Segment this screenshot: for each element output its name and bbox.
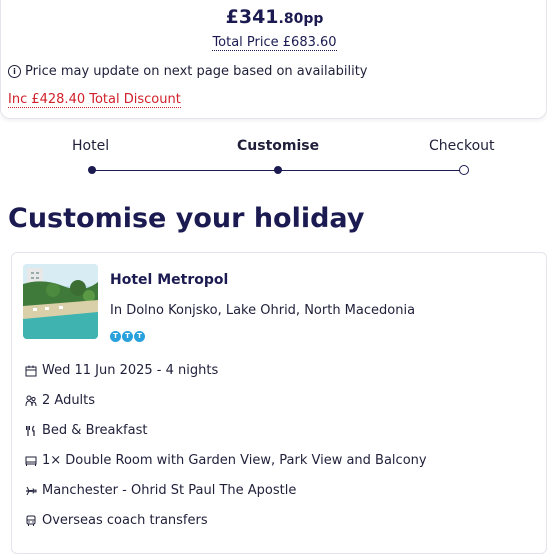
- cutlery-icon: [24, 424, 38, 438]
- detail-board: Bed & Breakfast: [24, 423, 147, 438]
- step-checkout: Checkout: [429, 138, 495, 154]
- detail-text: Wed 11 Jun 2025 - 4 nights: [42, 363, 219, 378]
- detail-dates: Wed 11 Jun 2025 - 4 nights: [24, 363, 218, 378]
- booking-stepper: Hotel Customise Checkout: [0, 136, 547, 180]
- detail-text: Bed & Breakfast: [42, 423, 148, 438]
- availability-note: i Price may update on next page based on…: [8, 64, 368, 79]
- detail-text: Manchester - Ohrid St Paul The Apostle: [42, 483, 297, 498]
- detail-room: 1× Double Room with Garden View, Park Vi…: [24, 453, 427, 468]
- step-dot-customise: [274, 166, 282, 174]
- availability-text: Price may update on next page based on a…: [25, 64, 368, 79]
- total-price-link[interactable]: Total Price £683.60: [1, 35, 547, 51]
- tripadvisor-rating: T T T: [110, 331, 145, 342]
- price-decimal: .80pp: [278, 11, 324, 27]
- people-icon: [24, 394, 38, 408]
- discount-text[interactable]: Inc £428.40 Total Discount: [8, 92, 181, 108]
- bus-icon: [24, 514, 38, 528]
- bed-icon: [24, 454, 38, 468]
- price-main: £341: [225, 6, 279, 28]
- price-summary-card: £341.80pp Total Price £683.60 i Price ma…: [0, 0, 547, 119]
- plane-icon: [24, 484, 38, 498]
- step-dot-checkout: [459, 165, 469, 175]
- page-title: Customise your holiday: [8, 203, 365, 234]
- per-person-price: £341.80pp: [1, 6, 547, 28]
- total-price-text[interactable]: Total Price £683.60: [212, 35, 337, 51]
- step-dot-hotel: [88, 166, 96, 174]
- hotel-summary-card: Hotel Metropol In Dolno Konjsko, Lake Oh…: [11, 252, 547, 554]
- hotel-location: In Dolno Konjsko, Lake Ohrid, North Mace…: [110, 303, 416, 318]
- step-hotel[interactable]: Hotel: [72, 138, 109, 154]
- detail-text: 1× Double Room with Garden View, Park Vi…: [42, 453, 427, 468]
- info-icon: i: [8, 65, 21, 78]
- rating-dot-icon: T: [110, 331, 121, 342]
- rating-dot-icon: T: [134, 331, 145, 342]
- detail-text: 2 Adults: [42, 393, 96, 408]
- detail-travellers: 2 Adults: [24, 393, 95, 408]
- rating-dot-icon: T: [122, 331, 133, 342]
- detail-transfers: Overseas coach transfers: [24, 513, 208, 528]
- step-customise: Customise: [237, 138, 320, 154]
- hotel-name: Hotel Metropol: [110, 272, 229, 288]
- calendar-icon: [24, 364, 38, 378]
- detail-flight: Manchester - Ohrid St Paul The Apostle: [24, 483, 296, 498]
- hotel-photo: [23, 264, 98, 339]
- detail-text: Overseas coach transfers: [42, 513, 208, 528]
- discount-link[interactable]: Inc £428.40 Total Discount: [8, 92, 181, 108]
